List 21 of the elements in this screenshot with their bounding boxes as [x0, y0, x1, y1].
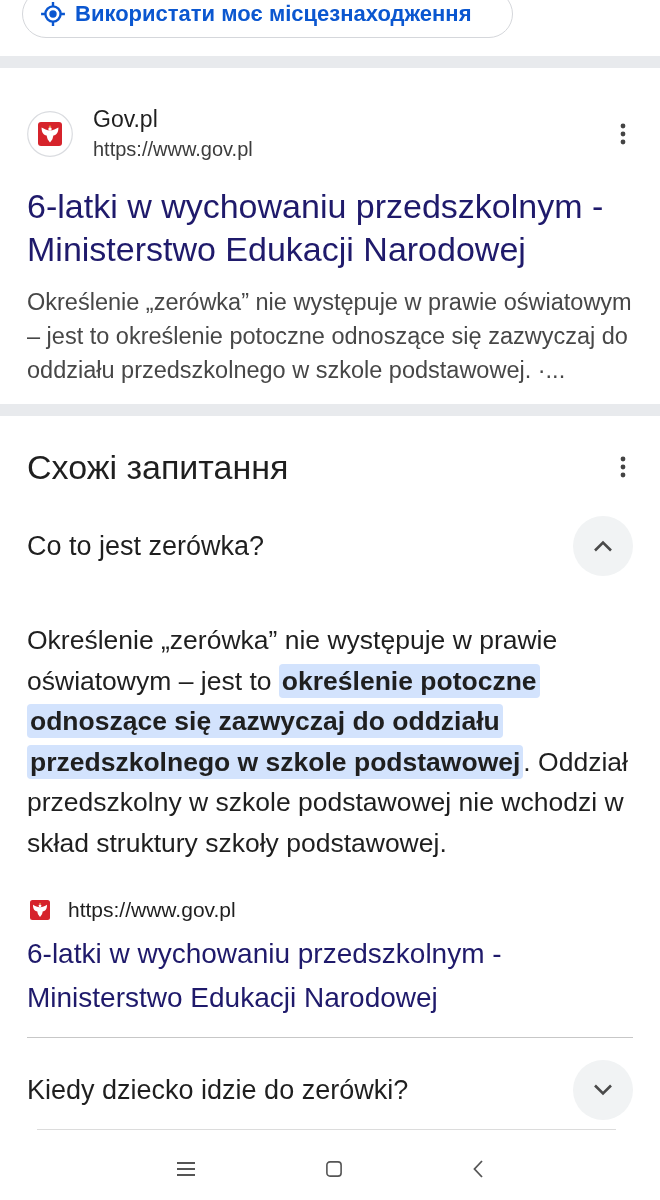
- use-location-button[interactable]: Використати моє місцезнаходження: [22, 0, 513, 38]
- eagle-emblem-icon: [27, 111, 73, 157]
- question-text[interactable]: Co to jest zerówka?: [27, 530, 265, 562]
- source-title-link[interactable]: 6-latki w wychowaniu przedszkolnym - Ministerstwo Edukacji Narodowej: [27, 932, 633, 1020]
- result-title-link[interactable]: 6-latki w wychowaniu przedszkolnym - Ministerstwo Edukacji Narodowej: [27, 185, 633, 271]
- home-icon[interactable]: [325, 1161, 343, 1177]
- back-icon[interactable]: [473, 1160, 483, 1178]
- location-target-icon: [40, 1, 66, 27]
- question-text[interactable]: Kiedy dziecko idzie do zerówki?: [27, 1074, 409, 1106]
- result-snippet: Określenie „zerówka” nie występuje w prawie oświatowym – jest to określenie potoczne odnoszące się zazwyczaj do oddziału przedszkolnego w szkole podstawowej. ·...: [27, 288, 633, 385]
- eagle-emblem-icon: [30, 900, 50, 920]
- more-options-icon[interactable]: [620, 123, 626, 145]
- site-name: Gov.pl: [93, 105, 159, 134]
- recent-apps-icon[interactable]: [177, 1161, 195, 1177]
- more-options-icon[interactable]: [620, 456, 626, 478]
- source-url: https://www.gov.pl: [68, 898, 236, 922]
- answer-text: Określenie „zerówka” nie występuje w prawie oświatowym – jest to określenie potoczne odnoszące się zazwyczaj do oddziału przedszkolnego w szkole podstawowej. Oddział przedszkolny w szkole podstawowej nie wchodzi w skład struktury szkoły podstawowej.: [27, 624, 629, 860]
- site-url: https://www.gov.pl: [93, 137, 254, 162]
- chevron-down-icon: [593, 1084, 613, 1096]
- chevron-up-icon: [593, 540, 613, 552]
- section-heading: Схожі запитання: [27, 447, 289, 487]
